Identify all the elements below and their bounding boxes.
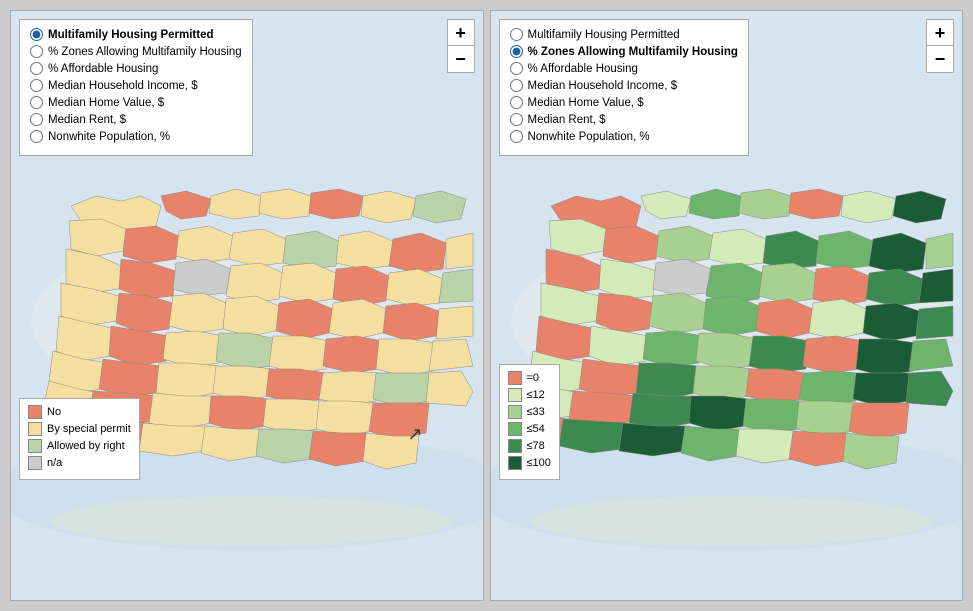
legend-swatch-special-permit [28,422,42,436]
legend-item-78: ≤78 [508,439,551,453]
legend-swatch-no [28,405,42,419]
legend-item-33: ≤33 [508,405,551,419]
legend-swatch-0 [508,371,522,385]
legend-swatch-by-right [28,439,42,453]
app-container: Multifamily Housing Permitted % Zones Al… [0,0,973,611]
right-radio-np[interactable]: Nonwhite Population, % [510,130,738,143]
right-zoom-in-button[interactable]: + [927,20,953,46]
right-map-panel: Multifamily Housing Permitted % Zones Al… [490,10,964,601]
left-radio-mhv[interactable]: Median Home Value, $ [30,96,242,109]
right-radio-mhv[interactable]: Median Home Value, $ [510,96,738,109]
left-controls-box: Multifamily Housing Permitted % Zones Al… [19,19,253,156]
right-radio-mr[interactable]: Median Rent, $ [510,113,738,126]
left-map-panel: Multifamily Housing Permitted % Zones Al… [10,10,484,601]
left-radio-mhp[interactable]: Multifamily Housing Permitted [30,28,242,41]
legend-item-by-right: Allowed by right [28,439,131,453]
legend-item-no: No [28,405,131,419]
left-zoom-in-button[interactable]: + [448,20,474,46]
left-radio-np[interactable]: Nonwhite Population, % [30,130,242,143]
left-radio-mhi[interactable]: Median Household Income, $ [30,79,242,92]
right-radio-mhp[interactable]: Multifamily Housing Permitted [510,28,738,41]
legend-swatch-78 [508,439,522,453]
left-radio-pzmh[interactable]: % Zones Allowing Multifamily Housing [30,45,242,58]
legend-item-na: n/a [28,456,131,470]
legend-item-0: =0 [508,371,551,385]
legend-swatch-100 [508,456,522,470]
left-radio-pah[interactable]: % Affordable Housing [30,62,242,75]
legend-item-54: ≤54 [508,422,551,436]
right-radio-pzmh[interactable]: % Zones Allowing Multifamily Housing [510,45,738,58]
cursor-indicator: ↗ [407,424,422,445]
legend-swatch-na [28,456,42,470]
legend-swatch-33 [508,405,522,419]
right-legend: =0 ≤12 ≤33 ≤54 ≤78 ≤100 [499,364,560,480]
right-radio-pah[interactable]: % Affordable Housing [510,62,738,75]
legend-item-100: ≤100 [508,456,551,470]
legend-item-special-permit: By special permit [28,422,131,436]
legend-item-12: ≤12 [508,388,551,402]
right-controls-box: Multifamily Housing Permitted % Zones Al… [499,19,749,156]
left-legend: No By special permit Allowed by right n/… [19,398,140,480]
left-zoom-out-button[interactable]: − [448,46,474,72]
left-radio-mr[interactable]: Median Rent, $ [30,113,242,126]
right-zoom-out-button[interactable]: − [927,46,953,72]
right-zoom-box: + − [926,19,954,73]
right-radio-mhi[interactable]: Median Household Income, $ [510,79,738,92]
legend-swatch-12 [508,388,522,402]
left-zoom-box: + − [447,19,475,73]
legend-swatch-54 [508,422,522,436]
